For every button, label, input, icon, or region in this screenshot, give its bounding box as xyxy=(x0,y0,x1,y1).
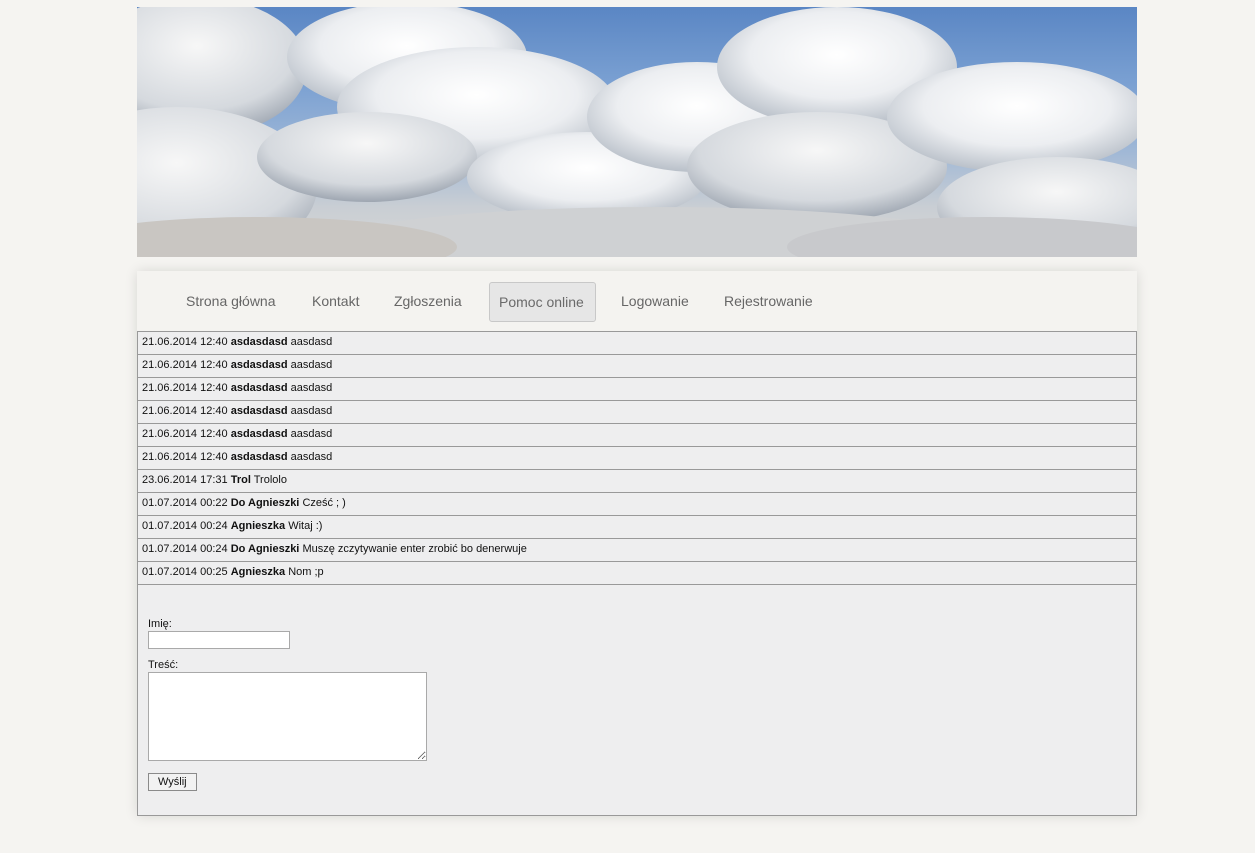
nav-item-login[interactable]: Logowanie xyxy=(612,282,698,322)
message-text: aasdasd xyxy=(290,405,333,417)
message-author: Trol xyxy=(230,474,251,486)
message-row: 21.06.2014 12:40 asdasdasd aasdasd xyxy=(138,424,1136,447)
message-text: aasdasd xyxy=(290,382,333,394)
send-button[interactable]: Wyślij xyxy=(148,773,197,791)
nav-item-online-help[interactable]: Pomoc online xyxy=(489,282,596,322)
message-text: aasdasd xyxy=(290,428,333,440)
message-datetime: 21.06.2014 12:40 xyxy=(142,428,228,440)
message-datetime: 01.07.2014 00:25 xyxy=(142,566,228,578)
message-datetime: 21.06.2014 12:40 xyxy=(142,336,228,348)
message-row: 21.06.2014 12:40 asdasdasd aasdasd xyxy=(138,332,1136,355)
message-author: asdasdasd xyxy=(230,336,288,348)
nav-item-contact[interactable]: Kontakt xyxy=(303,282,368,322)
message-text: Witaj :) xyxy=(288,520,323,532)
message-author: Do Agnieszki xyxy=(230,543,300,555)
message-text: Cześć ; ) xyxy=(302,497,346,509)
message-text: aasdasd xyxy=(290,451,333,463)
message-datetime: 21.06.2014 12:40 xyxy=(142,451,228,463)
message-datetime: 21.06.2014 12:40 xyxy=(142,382,228,394)
message-author: asdasdasd xyxy=(230,451,288,463)
message-author: asdasdasd xyxy=(230,382,288,394)
message-text: aasdasd xyxy=(290,336,333,348)
message-list: 21.06.2014 12:40 asdasdasd aasdasd 21.06… xyxy=(138,332,1136,585)
message-body-textarea[interactable] xyxy=(148,672,427,761)
nav-item-reports[interactable]: Zgłoszenia xyxy=(385,282,471,322)
clouds-illustration xyxy=(137,7,1137,257)
message-author: asdasdasd xyxy=(230,405,288,417)
message-row: 21.06.2014 12:40 asdasdasd aasdasd xyxy=(138,378,1136,401)
header-banner-image xyxy=(137,7,1137,257)
message-datetime: 23.06.2014 17:31 xyxy=(142,474,228,486)
message-row: 01.07.2014 00:25 Agnieszka Nom ;p xyxy=(138,562,1136,585)
main-panel: Strona główna Kontakt Zgłoszenia Pomoc o… xyxy=(137,271,1137,816)
message-author: Agnieszka xyxy=(230,566,286,578)
message-text: Trololo xyxy=(253,474,287,486)
message-datetime: 21.06.2014 12:40 xyxy=(142,359,228,371)
message-datetime: 01.07.2014 00:24 xyxy=(142,520,228,532)
message-row: 01.07.2014 00:24 Do Agnieszki Muszę zczy… xyxy=(138,539,1136,562)
message-text: Nom ;p xyxy=(288,566,324,578)
chat-panel: 21.06.2014 12:40 asdasdasd aasdasd 21.06… xyxy=(137,331,1137,816)
message-row: 21.06.2014 12:40 asdasdasd aasdasd xyxy=(138,355,1136,378)
message-author: asdasdasd xyxy=(230,359,288,371)
message-datetime: 01.07.2014 00:22 xyxy=(142,497,228,509)
message-form: Imię: Treść: Wyślij xyxy=(148,618,427,791)
message-author: Agnieszka xyxy=(230,520,286,532)
main-navigation: Strona główna Kontakt Zgłoszenia Pomoc o… xyxy=(137,271,1137,331)
nav-item-home[interactable]: Strona główna xyxy=(177,282,285,322)
name-input[interactable] xyxy=(148,631,290,649)
message-datetime: 21.06.2014 12:40 xyxy=(142,405,228,417)
message-row: 01.07.2014 00:22 Do Agnieszki Cześć ; ) xyxy=(138,493,1136,516)
body-label: Treść: xyxy=(148,659,179,671)
message-text: aasdasd xyxy=(290,359,333,371)
nav-item-register[interactable]: Rejestrowanie xyxy=(715,282,822,322)
message-text: Muszę zczytywanie enter zrobić bo denerw… xyxy=(302,543,527,555)
message-row: 01.07.2014 00:24 Agnieszka Witaj :) xyxy=(138,516,1136,539)
name-label: Imię: xyxy=(148,618,172,630)
message-row: 21.06.2014 12:40 asdasdasd aasdasd xyxy=(138,401,1136,424)
message-author: Do Agnieszki xyxy=(230,497,300,509)
message-author: asdasdasd xyxy=(230,428,288,440)
message-row: 21.06.2014 12:40 asdasdasd aasdasd xyxy=(138,447,1136,470)
message-datetime: 01.07.2014 00:24 xyxy=(142,543,228,555)
message-row: 23.06.2014 17:31 Trol Trololo xyxy=(138,470,1136,493)
